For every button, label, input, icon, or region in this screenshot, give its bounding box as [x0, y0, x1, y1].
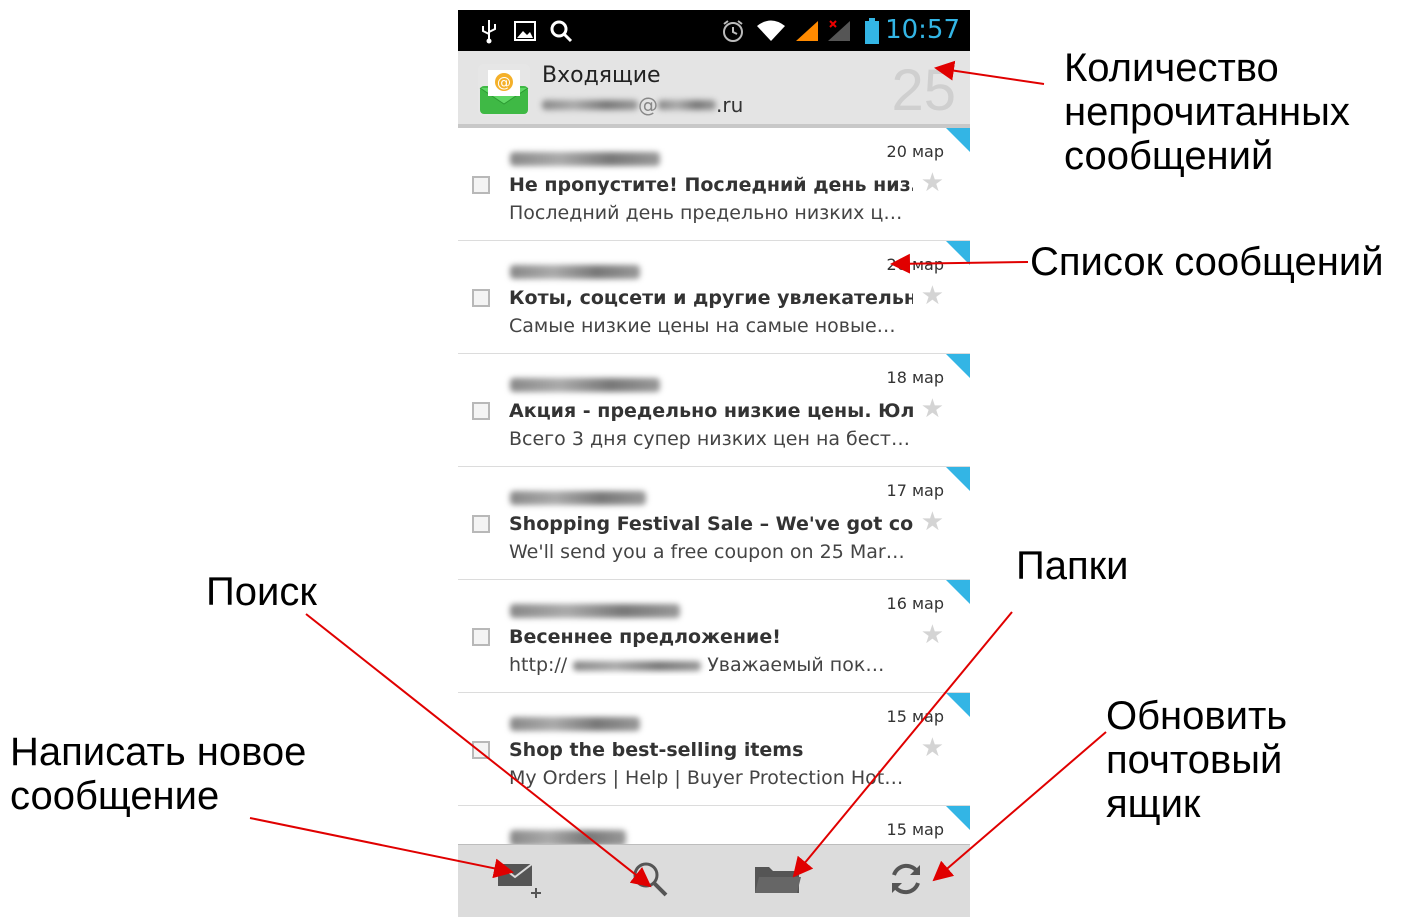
- message-row[interactable]: 17 мар Shopping Festival Sale – We've go…: [458, 467, 970, 580]
- redacted-text: [542, 100, 638, 110]
- signal-icon: [792, 10, 822, 51]
- no-signal-icon: [824, 10, 854, 51]
- message-preview: My Orders | Help | Buyer Protection Hot…: [509, 767, 904, 789]
- message-preview: We'll send you a free coupon on 25 Mar…: [509, 541, 905, 563]
- unread-marker: [946, 806, 970, 830]
- message-row[interactable]: 16 мар Весеннее предложение! http:// Уваж…: [458, 580, 970, 693]
- sender-name: [510, 717, 640, 733]
- message-preview: http:// Уважаемый пок…: [509, 654, 919, 676]
- message-date: 20 мар: [886, 255, 944, 274]
- message-row[interactable]: 18 мар Акция - предельно низкие цены. Юл…: [458, 354, 970, 467]
- star-icon[interactable]: ★: [921, 620, 944, 650]
- account-at: @: [638, 93, 658, 117]
- message-date: 17 мар: [886, 481, 944, 500]
- preview-text: Уважаемый пок…: [707, 654, 885, 676]
- unread-marker: [946, 467, 970, 491]
- battery-icon: [860, 10, 884, 51]
- message-row[interactable]: 20 мар Не пропустите! Последний день низ…: [458, 128, 970, 241]
- wifi-icon: [754, 10, 788, 51]
- sender-name: [510, 152, 660, 168]
- unread-marker: [946, 128, 970, 152]
- account-domain: .ru: [716, 93, 744, 117]
- message-date: 15 мар: [886, 707, 944, 726]
- phone-screen: 10:57 @ Входящие @ .ru 25 20 мар Не проп…: [458, 10, 970, 917]
- message-preview: Всего 3 дня супер низких цен на бест…: [509, 428, 910, 450]
- redacted-text: [573, 661, 702, 671]
- star-icon[interactable]: ★: [921, 281, 944, 311]
- alarm-icon: [718, 10, 748, 51]
- message-date: 15 мар: [886, 820, 944, 839]
- message-subject: Коты, соцсети и другие увлекательн…: [509, 287, 913, 309]
- message-date: 18 мар: [886, 368, 944, 387]
- message-row[interactable]: 20 мар Коты, соцсети и другие увлекатель…: [458, 241, 970, 354]
- message-checkbox[interactable]: [472, 176, 490, 194]
- message-subject: Не пропустите! Последний день низ…: [509, 174, 913, 196]
- unread-marker: [946, 580, 970, 604]
- search-icon: [630, 859, 670, 904]
- refresh-icon: [886, 859, 926, 904]
- message-subject: Shopping Festival Sale – We've got co…: [509, 513, 913, 535]
- star-icon[interactable]: ★: [921, 394, 944, 424]
- email-app-icon: @: [478, 64, 530, 116]
- message-preview: Последний день предельно низких ц…: [509, 202, 903, 224]
- message-checkbox[interactable]: [472, 289, 490, 307]
- folder-icon: [753, 861, 803, 902]
- annotation-search: Поиск: [206, 570, 317, 614]
- compose-icon: [496, 860, 548, 903]
- unread-marker: [946, 241, 970, 265]
- bottom-action-bar: [458, 844, 970, 917]
- message-checkbox[interactable]: [472, 515, 490, 533]
- message-list[interactable]: 20 мар Не пропустите! Последний день низ…: [458, 128, 970, 917]
- annotation-unread-count: Количество непрочитанных сообщений: [1064, 46, 1350, 178]
- account-email: @ .ru: [542, 93, 743, 117]
- folder-title: Входящие: [542, 63, 661, 88]
- sender-name: [510, 604, 680, 620]
- annotation-refresh: Обновить почтовый ящик: [1106, 694, 1288, 826]
- message-checkbox[interactable]: [472, 402, 490, 420]
- annotation-folders: Папки: [1016, 544, 1129, 588]
- status-bar: 10:57: [458, 10, 970, 51]
- inbox-header[interactable]: @ Входящие @ .ru 25: [458, 51, 970, 128]
- message-checkbox[interactable]: [472, 741, 490, 759]
- star-icon[interactable]: ★: [921, 507, 944, 537]
- message-subject: Весеннее предложение!: [509, 626, 781, 648]
- sender-name: [510, 491, 646, 507]
- preview-link-prefix: http://: [509, 654, 568, 676]
- star-icon[interactable]: ★: [921, 733, 944, 763]
- message-subject: Shop the best-selling items: [509, 739, 804, 761]
- star-icon[interactable]: ★: [921, 168, 944, 198]
- svg-text:@: @: [497, 75, 511, 91]
- refresh-button[interactable]: [842, 845, 970, 917]
- annotation-compose: Написать новое сообщение: [10, 730, 307, 818]
- unread-marker: [946, 354, 970, 378]
- message-preview: Самые низкие цены на самые новые…: [509, 315, 896, 337]
- message-subject: Акция - предельно низкие цены. Юл…: [509, 400, 913, 422]
- search-button[interactable]: [586, 845, 714, 917]
- sender-name: [510, 265, 640, 281]
- message-date: 16 мар: [886, 594, 944, 613]
- status-time: 10:57: [885, 15, 960, 45]
- message-checkbox[interactable]: [472, 628, 490, 646]
- usb-icon: [476, 10, 502, 51]
- compose-button[interactable]: [458, 845, 586, 917]
- screenshot-stage: 10:57 @ Входящие @ .ru 25 20 мар Не проп…: [0, 0, 1419, 917]
- message-row[interactable]: 15 мар Shop the best-selling items My Or…: [458, 693, 970, 806]
- image-icon: [512, 10, 538, 51]
- folders-button[interactable]: [714, 845, 842, 917]
- sender-name: [510, 378, 660, 394]
- unread-marker: [946, 693, 970, 717]
- annotation-message-list: Список сообщений: [1030, 240, 1384, 284]
- search-icon: [548, 10, 574, 51]
- message-date: 20 мар: [886, 142, 944, 161]
- unread-count: 25: [891, 58, 956, 123]
- redacted-text: [658, 100, 716, 110]
